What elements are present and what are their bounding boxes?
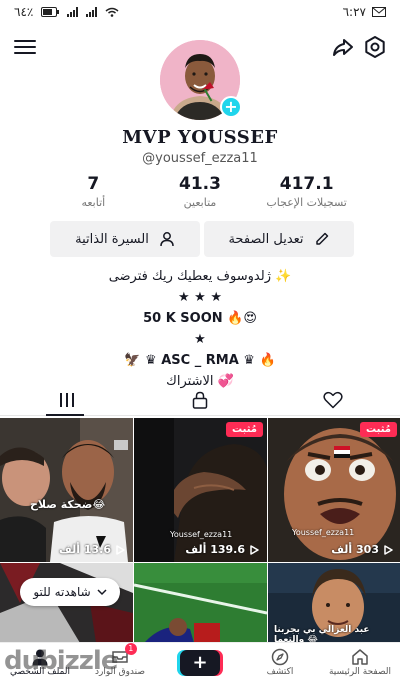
avatar-container[interactable]: + bbox=[160, 40, 242, 120]
status-right: ٦:٢٧ bbox=[343, 5, 386, 19]
nav-home-label: الصفحة الرئيسية bbox=[328, 667, 392, 677]
signal-icon bbox=[67, 7, 79, 17]
stat-followers-label: متابعين bbox=[183, 196, 217, 209]
thumbnail-image bbox=[134, 418, 267, 562]
username-handle: @youssef_ezza11 bbox=[142, 151, 258, 166]
signal-icon-2 bbox=[86, 7, 98, 17]
view-count-text: 13.6 ألف bbox=[59, 543, 111, 556]
video-caption: Youssef_ezza11 bbox=[170, 530, 233, 539]
watch-again-label: شاهدته للتو bbox=[33, 585, 91, 599]
nav-discover[interactable]: اكتشف bbox=[240, 643, 320, 682]
videos-grid-icon bbox=[59, 392, 74, 407]
video-grid: ضحكة صلاح😂 13.6 ألف مُثبت Youssef_ezza11… bbox=[0, 418, 400, 643]
bio: ژلدوسوف يعطيك ريك فترضى ✨ ★ ★ ★ 50 K SOO… bbox=[0, 266, 400, 392]
stat-likes[interactable]: 417.1 تسجيلات الإعجاب bbox=[257, 174, 357, 209]
share-icon[interactable] bbox=[330, 34, 356, 60]
tab-liked[interactable] bbox=[267, 384, 400, 415]
stat-followers[interactable]: 41.3 متابعين bbox=[150, 174, 250, 209]
thumbnail-image bbox=[134, 563, 267, 643]
play-icon bbox=[250, 544, 259, 555]
view-count-text: 139.6 ألف bbox=[185, 543, 245, 556]
pencil-icon bbox=[315, 232, 328, 245]
profile-actions: السيرة الذاتية تعديل الصفحة bbox=[50, 221, 354, 257]
stats-row: 7 أتابعه 41.3 متابعين 417.1 تسجيلات الإع… bbox=[0, 174, 400, 209]
video-caption: عبد العزالي بي بجربنا والتعما 😂 bbox=[274, 625, 370, 643]
wifi-icon bbox=[105, 7, 119, 17]
settings-icon[interactable] bbox=[362, 34, 388, 60]
video-thumbnail[interactable]: عبد العزالي بي بجربنا والتعما 😂 bbox=[268, 563, 400, 643]
home-icon bbox=[352, 649, 368, 665]
bio-button[interactable]: السيرة الذاتية bbox=[50, 221, 200, 257]
bio-button-label: السيرة الذاتية bbox=[75, 231, 149, 247]
edit-profile-label: تعديل الصفحة bbox=[228, 231, 304, 247]
nav-discover-label: اكتشف bbox=[266, 667, 294, 677]
person-icon bbox=[160, 232, 174, 247]
video-thumbnail[interactable] bbox=[134, 563, 267, 643]
nav-home[interactable]: الصفحة الرئيسية bbox=[320, 643, 400, 682]
edit-profile-button[interactable]: تعديل الصفحة bbox=[204, 221, 354, 257]
pinned-badge: مُثبت bbox=[226, 422, 263, 437]
stat-following[interactable]: 7 أتابعه bbox=[43, 174, 143, 209]
video-caption: ضحكة صلاح😂 bbox=[30, 498, 106, 511]
stat-following-label: أتابعه bbox=[81, 196, 106, 209]
heart-icon bbox=[323, 391, 343, 408]
clock-text: ٦:٢٧ bbox=[342, 5, 366, 19]
menu-button[interactable] bbox=[14, 36, 36, 58]
lock-icon bbox=[192, 391, 208, 409]
view-count: 139.6 ألف bbox=[185, 543, 259, 556]
view-count: 13.6 ألف bbox=[59, 543, 125, 556]
tab-videos[interactable] bbox=[0, 384, 133, 416]
video-thumbnail[interactable]: مُثبت Youssef_ezza11 139.6 ألف bbox=[134, 418, 267, 562]
video-thumbnail[interactable]: ضحكة صلاح😂 13.6 ألف bbox=[0, 418, 133, 562]
content-tabs bbox=[0, 384, 400, 416]
bio-line-4: ★ bbox=[194, 332, 206, 347]
tab-private[interactable] bbox=[133, 384, 266, 415]
bio-line-5: 🦅 ♛ ASC _ RMA ♛ 🔥 bbox=[124, 353, 276, 368]
video-thumbnail[interactable]: مُثبت Youssef_ezza11 303 ألف bbox=[268, 418, 400, 562]
thumbnail-image bbox=[0, 418, 133, 562]
video-caption: Youssef_ezza11 bbox=[292, 528, 355, 537]
pinned-badge: مُثبت bbox=[360, 422, 397, 437]
stat-followers-value: 41.3 bbox=[179, 174, 221, 194]
tab-active-indicator bbox=[46, 414, 84, 416]
stat-likes-value: 417.1 bbox=[279, 174, 334, 194]
inbox-badge: 1 bbox=[124, 643, 137, 655]
battery-icon bbox=[41, 7, 60, 17]
create-button[interactable]: + bbox=[180, 649, 220, 676]
watermark-logo: dubizzle bbox=[4, 646, 118, 676]
watch-again-button[interactable]: شاهدته للتو bbox=[20, 578, 120, 606]
play-icon bbox=[116, 544, 125, 555]
view-count-text: 303 ألف bbox=[331, 543, 379, 556]
gmail-icon bbox=[372, 7, 386, 17]
thumbnail-image bbox=[268, 418, 400, 562]
bio-line-2: ★ ★ ★ bbox=[177, 290, 222, 305]
display-name: MVP YOUSSEF bbox=[122, 127, 278, 148]
status-left: ٦٤٪ bbox=[14, 5, 119, 19]
stat-likes-label: تسجيلات الإعجاب bbox=[266, 196, 347, 209]
stat-following-value: 7 bbox=[87, 174, 100, 194]
add-avatar-button[interactable]: + bbox=[220, 96, 242, 118]
bio-line-3: 50 K SOON 🔥😍 bbox=[143, 311, 257, 326]
nav-create[interactable]: + bbox=[160, 643, 240, 682]
battery-text: ٦٤٪ bbox=[14, 5, 34, 19]
bio-line-1: ژلدوسوف يعطيك ريك فترضى ✨ bbox=[108, 269, 292, 284]
play-icon bbox=[384, 544, 393, 555]
view-count: 303 ألف bbox=[331, 543, 393, 556]
chevron-down-icon bbox=[97, 589, 107, 596]
status-bar: ٦٤٪ ٦:٢٧ bbox=[0, 0, 400, 24]
compass-icon bbox=[271, 648, 289, 666]
